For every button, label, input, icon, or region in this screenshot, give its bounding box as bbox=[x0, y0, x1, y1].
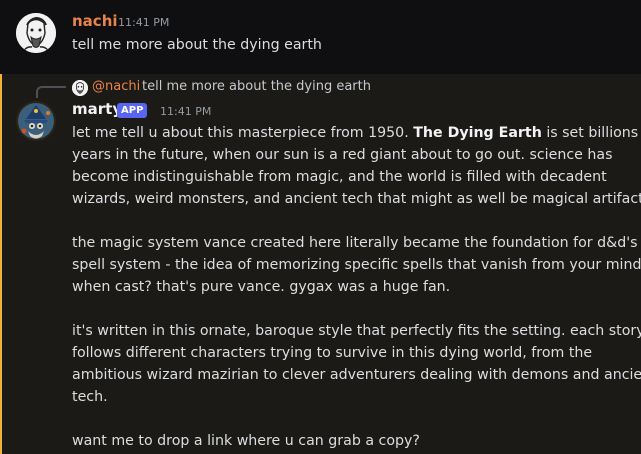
timestamp[interactable]: 11:41 PM bbox=[160, 105, 211, 118]
text-line: it's written in this ornate, baroque sty… bbox=[72, 323, 641, 339]
text-line: wizards, weird monsters, and ancient tec… bbox=[72, 191, 641, 207]
message-text: tell me more about the dying earth bbox=[72, 37, 322, 53]
text-line: let me tell u about this masterpiece fro… bbox=[72, 122, 641, 144]
reply-preview-text[interactable]: tell me more about the dying earth bbox=[142, 79, 371, 94]
text-line: become indistinguishable from magic, and… bbox=[72, 169, 607, 185]
highlight-accent-bar bbox=[0, 74, 2, 454]
text-segment: is set billions of bbox=[546, 125, 641, 141]
text-line: follows different characters trying to s… bbox=[72, 345, 593, 361]
text-line: want me to drop a link where u can grab … bbox=[72, 433, 420, 449]
text-line: spell system - the idea of memorizing sp… bbox=[72, 257, 641, 273]
text-line: tech. bbox=[72, 389, 108, 405]
message-paragraph-3: it's written in this ornate, baroque sty… bbox=[72, 320, 641, 408]
message-marty: @nachi tell me more about the dying eart… bbox=[0, 74, 641, 454]
message-nachi: nachi 11:41 PM tell me more about the dy… bbox=[0, 0, 641, 74]
username[interactable]: nachi bbox=[72, 12, 118, 30]
message-paragraph-4: want me to drop a link where u can grab … bbox=[72, 430, 420, 452]
reply-avatar-nachi[interactable] bbox=[72, 80, 88, 96]
reply-mention[interactable]: @nachi bbox=[92, 79, 140, 94]
text-segment: let me tell u about this masterpiece fro… bbox=[72, 125, 414, 141]
app-badge: APP bbox=[117, 103, 148, 118]
message-paragraph-1: let me tell u about this masterpiece fro… bbox=[72, 122, 641, 210]
text-line: years in the future, when our sun is a r… bbox=[72, 147, 613, 163]
message-paragraph-2: the magic system vance created here lite… bbox=[72, 232, 641, 298]
avatar-marty[interactable] bbox=[16, 101, 56, 141]
username[interactable]: marty bbox=[72, 100, 122, 118]
book-title: The Dying Earth bbox=[413, 125, 542, 141]
text-line: the magic system vance created here lite… bbox=[72, 235, 638, 251]
reply-connector bbox=[36, 86, 66, 98]
avatar-nachi[interactable] bbox=[16, 13, 56, 53]
timestamp[interactable]: 11:41 PM bbox=[118, 16, 169, 29]
text-line: when cast? that's pure vance. gygax was … bbox=[72, 279, 451, 295]
text-line: ambitious wizard mazirian to clever adve… bbox=[72, 367, 641, 383]
